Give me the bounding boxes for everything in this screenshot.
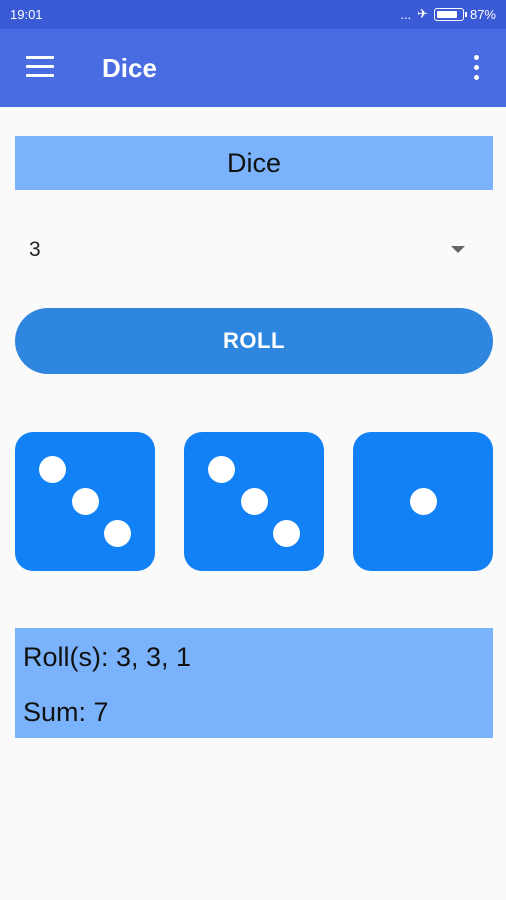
die-pip bbox=[208, 456, 236, 484]
die-face-3 bbox=[353, 432, 493, 571]
more-notifications-indicator: ... bbox=[400, 6, 412, 22]
section-header-text: Dice bbox=[226, 147, 281, 178]
die-pip bbox=[240, 488, 268, 515]
section-header: Dice bbox=[15, 136, 493, 190]
battery-icon bbox=[433, 7, 467, 21]
rolls-text: Roll(s): 3, 3, 1 bbox=[23, 642, 192, 672]
die-face-1 bbox=[15, 432, 155, 571]
roll-button[interactable]: ROLL bbox=[15, 308, 493, 374]
results-panel: Roll(s): 3, 3, 1 Sum: 7 bbox=[15, 628, 493, 738]
hamburger-menu-icon[interactable] bbox=[26, 56, 54, 78]
roll-button-label: ROLL bbox=[223, 328, 285, 353]
battery-percent: 87% bbox=[469, 6, 496, 22]
die-face-2 bbox=[184, 432, 324, 571]
app-bar: Dice bbox=[0, 29, 506, 107]
overflow-menu-icon[interactable] bbox=[474, 55, 480, 81]
airplane-mode-icon: ✈ bbox=[417, 6, 428, 21]
die-pip bbox=[103, 519, 131, 547]
die-pip bbox=[272, 519, 300, 547]
sum-text: Sum: 7 bbox=[23, 697, 109, 727]
die-pip bbox=[39, 456, 67, 484]
die-pip bbox=[71, 488, 99, 515]
status-bar: 19:01 ... ✈ 87% bbox=[0, 0, 506, 29]
dice-count-dropdown[interactable]: 3 bbox=[15, 220, 493, 280]
status-icons: ... ✈ 87% bbox=[400, 6, 496, 22]
dropdown-arrow-icon bbox=[451, 246, 465, 253]
app-title: Dice bbox=[102, 53, 157, 83]
die-pip bbox=[409, 488, 437, 515]
dice-count-value: 3 bbox=[29, 238, 41, 261]
status-time: 19:01 bbox=[10, 7, 43, 22]
